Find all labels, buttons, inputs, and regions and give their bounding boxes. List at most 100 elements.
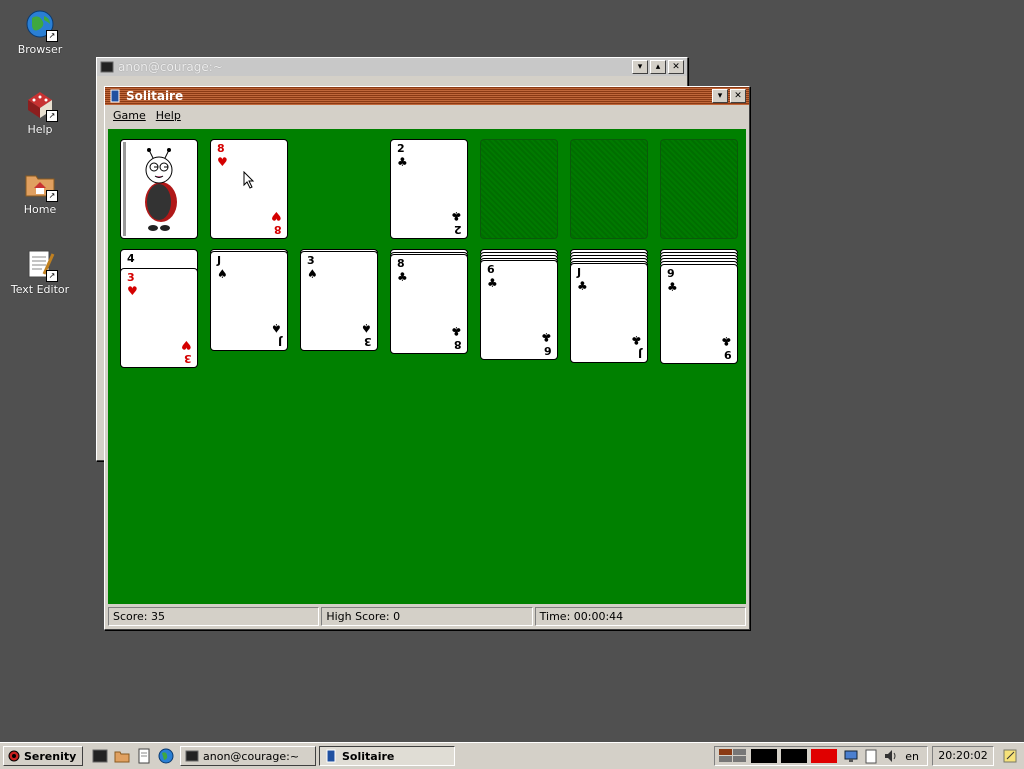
waste-card[interactable]: 8 ♥ ♥ 8: [210, 139, 288, 239]
tableau-4-top-card[interactable]: 8 ♣ ♣ 8: [390, 254, 468, 354]
card-rank-bottom: 6: [544, 344, 552, 357]
solitaire-app-icon: [110, 89, 120, 103]
keyboard-layout[interactable]: en: [905, 750, 919, 763]
solitaire-titlebar[interactable]: Solitaire ▾ ✕: [105, 87, 749, 105]
menu-game[interactable]: Game: [113, 109, 146, 122]
terminal-titlebar[interactable]: anon@courage:~ ▾ ▴ ✕: [97, 58, 687, 76]
desktop-icon-text-editor[interactable]: ↗ Text Editor: [5, 248, 75, 296]
maximize-button[interactable]: ▴: [650, 60, 666, 74]
card-suit-bottom: ♣: [721, 334, 732, 348]
card-rank-bottom: 3: [364, 335, 372, 348]
card-suit: ♣: [577, 279, 588, 293]
tableau-7-top-card[interactable]: 9 ♣ ♣ 9: [660, 264, 738, 364]
card-suit-bottom: ♥: [181, 338, 192, 352]
volume-icon[interactable]: [883, 748, 899, 764]
notes-icon[interactable]: [1002, 748, 1018, 764]
high-score-status: High Score: 0: [321, 607, 533, 626]
desktop-icon-browser[interactable]: ↗ Browser: [5, 8, 75, 56]
card-suit: ♠: [307, 267, 318, 281]
taskbar: Serenity anon@courage:~ Solitaire en 20:…: [0, 742, 1024, 769]
card-suit: ♥: [127, 284, 138, 298]
card-rank: 3: [127, 271, 135, 284]
ladybug-card-back-icon: [123, 142, 177, 236]
card-suit: ♣: [397, 270, 408, 284]
start-button[interactable]: Serenity: [3, 746, 83, 766]
tableau-6-top-card[interactable]: J ♣ ♣ J: [570, 263, 648, 363]
solitaire-window[interactable]: Solitaire ▾ ✕ Game Help 8 ♥ ♥ 8 2 ♣ ♣ 2 …: [104, 86, 750, 630]
minimize-button[interactable]: ▾: [712, 89, 728, 103]
text-editor-icon[interactable]: [136, 748, 152, 764]
card-suit: ♣: [397, 155, 408, 169]
stock-pile[interactable]: [120, 139, 198, 239]
card-rank-bottom: 8: [454, 338, 462, 351]
card-rank-bottom: J: [637, 347, 642, 360]
desktop-icon-label: Home: [23, 203, 57, 216]
card-suit-bottom: ♣: [451, 324, 462, 338]
foundation-4[interactable]: [660, 139, 738, 239]
card-rank: 4: [127, 252, 135, 265]
tableau-2-top-card[interactable]: J ♠ ♠ J: [210, 251, 288, 351]
card-rank: 3: [307, 254, 315, 267]
foundation-1[interactable]: 2 ♣ ♣ 2: [390, 139, 468, 239]
card-rank: 8: [217, 142, 225, 155]
browser-icon[interactable]: [158, 748, 174, 764]
solitaire-title: Solitaire: [126, 89, 184, 103]
score-status: Score: 35: [108, 607, 320, 626]
start-label: Serenity: [24, 749, 77, 763]
tableau-3-top-card[interactable]: 3 ♠ ♠ 3: [300, 251, 378, 351]
card-rank-bottom: 3: [184, 352, 192, 365]
tableau-1-top-card[interactable]: 3 ♥ ♥ 3: [120, 268, 198, 368]
menubar: Game Help: [105, 105, 749, 125]
network-icon[interactable]: [843, 748, 859, 764]
close-button[interactable]: ✕: [668, 60, 684, 74]
card-suit-bottom: ♠: [361, 321, 372, 335]
card-suit: ♣: [487, 276, 498, 290]
home-folder-icon: ↗: [24, 168, 58, 202]
card-rank: 2: [397, 142, 405, 155]
card-rank: 8: [397, 257, 405, 270]
card-suit: ♠: [217, 267, 228, 281]
tableau-5-top-card[interactable]: 6 ♣ ♣ 6: [480, 260, 558, 360]
task-solitaire[interactable]: Solitaire: [319, 746, 455, 766]
game-board: 8 ♥ ♥ 8 2 ♣ ♣ 2 4 3 ♥ ♥ 3 J ♠ ♠ J 3 ♠ ♠ …: [108, 129, 746, 604]
close-button[interactable]: ✕: [730, 89, 746, 103]
card-suit-bottom: ♥: [271, 209, 282, 223]
clipboard-icon[interactable]: [863, 748, 879, 764]
card-suit: ♥: [217, 155, 228, 169]
task-terminal[interactable]: anon@courage:~: [180, 746, 316, 766]
solitaire-app-icon: [326, 749, 336, 763]
card-rank: J: [217, 254, 222, 267]
desktop-icon-label: Text Editor: [10, 283, 70, 296]
file-manager-icon[interactable]: [114, 748, 130, 764]
task-label: anon@courage:~: [203, 749, 300, 763]
terminal-icon: [185, 750, 199, 762]
desktop-icon-help[interactable]: ↗ Help: [5, 88, 75, 136]
desktop-icon-home[interactable]: ↗ Home: [5, 168, 75, 216]
card-suit-bottom: ♣: [451, 209, 462, 223]
foundation-2[interactable]: [480, 139, 558, 239]
menu-help[interactable]: Help: [156, 109, 181, 122]
task-label: Solitaire: [342, 749, 395, 763]
serenity-logo-icon: [8, 750, 20, 762]
clock[interactable]: 20:20:02: [932, 746, 994, 766]
network-graph-icon[interactable]: [811, 749, 838, 763]
text-editor-icon: ↗: [24, 248, 58, 282]
desktop-icon-label: Help: [27, 123, 53, 136]
foundation-3[interactable]: [570, 139, 648, 239]
desktop-icon-label: Browser: [17, 43, 63, 56]
workspace-switcher-icon[interactable]: [719, 749, 747, 763]
card-rank: 9: [667, 267, 675, 280]
time-status: Time: 00:00:44: [534, 607, 746, 626]
card-rank: 6: [487, 263, 495, 276]
card-rank-bottom: 9: [724, 348, 732, 361]
terminal-icon: [100, 61, 114, 73]
minimize-button[interactable]: ▾: [632, 60, 648, 74]
terminal-title: anon@courage:~: [118, 60, 223, 74]
memory-graph-icon[interactable]: [781, 749, 808, 763]
terminal-icon[interactable]: [92, 748, 108, 764]
globe-icon: ↗: [24, 8, 58, 42]
cpu-graph-icon[interactable]: [751, 749, 778, 763]
card-suit-bottom: ♣: [631, 333, 642, 347]
card-suit: ♣: [667, 280, 678, 294]
system-tray: en: [714, 746, 928, 766]
